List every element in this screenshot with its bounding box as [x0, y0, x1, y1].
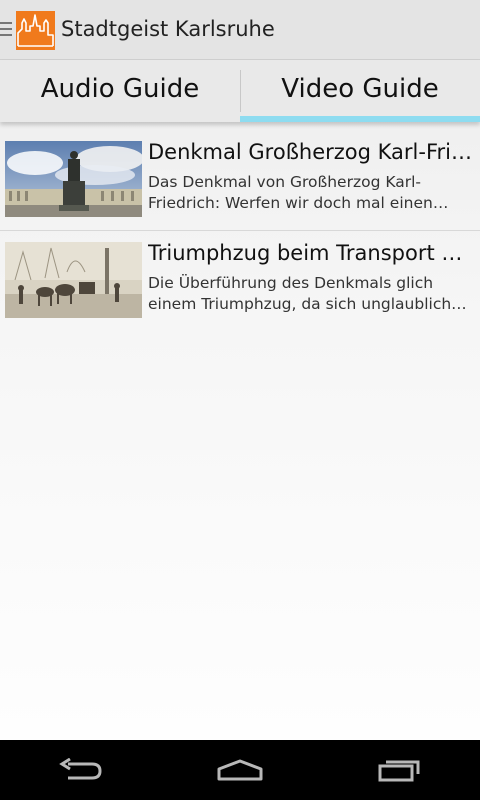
list-item[interactable]: Triumphzug beim Transport des Denkmals D…: [0, 231, 480, 321]
video-list: Denkmal Großherzog Karl-Friedrich Das De…: [0, 130, 480, 321]
back-icon: [59, 758, 102, 780]
app-title: Stadtgeist Karlsruhe: [61, 17, 275, 41]
video-thumbnail: [5, 141, 142, 217]
video-description: Die Überführung des Denkmals glich einem…: [148, 274, 452, 313]
tab-audio-guide-label: Audio Guide: [40, 74, 200, 104]
tab-video-guide[interactable]: Video Guide: [240, 60, 480, 122]
tab-video-guide-label: Video Guide: [281, 74, 439, 104]
action-bar: Stadtgeist Karlsruhe: [0, 0, 480, 60]
video-description: Das Denkmal von Großherzog Karl-Friedric…: [148, 173, 433, 212]
app-logo-icon[interactable]: [16, 11, 55, 50]
menu-icon[interactable]: [0, 22, 12, 38]
list-item[interactable]: Denkmal Großherzog Karl-Friedrich Das De…: [0, 130, 480, 231]
video-title: Denkmal Großherzog Karl-Friedrich: [148, 140, 474, 164]
home-button[interactable]: [200, 740, 280, 800]
system-nav-bar: [0, 740, 480, 800]
back-button[interactable]: [40, 740, 120, 800]
video-thumbnail: [5, 242, 142, 318]
recent-apps-button[interactable]: [360, 740, 440, 800]
video-title: Triumphzug beim Transport des Denkmals: [148, 241, 474, 265]
tab-divider: [240, 70, 241, 112]
tab-audio-guide[interactable]: Audio Guide: [0, 60, 240, 122]
recent-apps-icon: [378, 760, 420, 782]
home-icon: [217, 759, 263, 781]
tab-bar: Audio Guide Video Guide: [0, 60, 480, 122]
